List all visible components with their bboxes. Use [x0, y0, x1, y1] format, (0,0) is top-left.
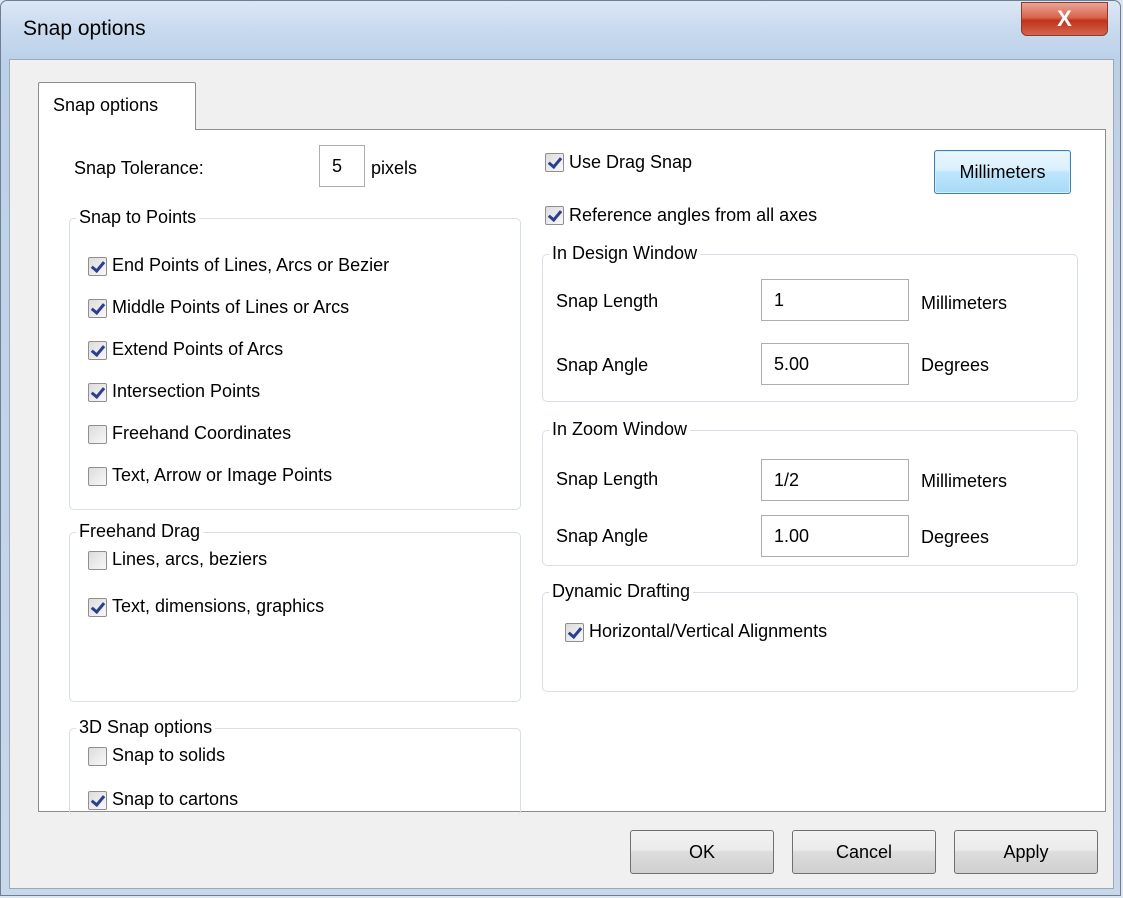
- design-snap-length-input[interactable]: 1: [761, 279, 909, 321]
- 3d-snap-group: 3D Snap options Snap to solids Snap to ca…: [69, 717, 521, 816]
- checkbox[interactable]: [88, 383, 107, 402]
- ok-button[interactable]: OK: [630, 830, 774, 874]
- dialog-client-area: Snap options Snap Tolerance: 5 pixels Sn…: [9, 59, 1114, 889]
- close-icon: X: [1057, 6, 1072, 31]
- title-bar[interactable]: Snap options X: [1, 1, 1120, 59]
- snap-to-points-group: Snap to Points End Points of Lines, Arcs…: [69, 207, 521, 510]
- snap-tolerance-unit: pixels: [371, 158, 418, 178]
- checkbox-label: Snap to cartons: [112, 789, 239, 809]
- checkbox-label: Middle Points of Lines or Arcs: [112, 297, 350, 317]
- zoom-snap-angle-label: Snap Angle: [556, 526, 649, 546]
- tab-panel: Snap Tolerance: 5 pixels Snap to Points …: [38, 129, 1106, 816]
- checkbox-label: Freehand Coordinates: [112, 423, 292, 443]
- zoom-snap-angle-unit: Degrees: [921, 527, 990, 547]
- checkbox[interactable]: [88, 551, 107, 570]
- checkbox-label: Horizontal/Vertical Alignments: [589, 621, 828, 641]
- checkbox[interactable]: [88, 747, 107, 766]
- zoom-snap-length-input[interactable]: 1/2: [761, 459, 909, 501]
- freehand-drag-group: Freehand Drag Lines, arcs, beziers Text, …: [69, 521, 521, 702]
- checkbox-label: End Points of Lines, Arcs or Bezier: [112, 255, 390, 275]
- use-drag-snap-label: Use Drag Snap: [569, 152, 693, 172]
- freehand-drag-title: Freehand Drag: [76, 521, 204, 542]
- checkbox[interactable]: [88, 598, 107, 617]
- checkbox-label: Text, Arrow or Image Points: [112, 465, 333, 485]
- cancel-button[interactable]: Cancel: [792, 830, 936, 874]
- design-window-title: In Design Window: [549, 243, 701, 264]
- snap-to-points-title: Snap to Points: [76, 207, 200, 228]
- window-title: Snap options: [23, 17, 146, 40]
- checkbox-label: Snap to solids: [112, 745, 226, 765]
- snap-tolerance-input[interactable]: 5: [319, 145, 365, 187]
- tab-snap-options[interactable]: Snap options: [38, 82, 196, 130]
- checkbox[interactable]: [88, 341, 107, 360]
- zoom-window-title: In Zoom Window: [549, 419, 691, 440]
- checkbox-label: Lines, arcs, beziers: [112, 549, 268, 569]
- checkbox[interactable]: [565, 623, 584, 642]
- design-snap-angle-input[interactable]: 5.00: [761, 343, 909, 385]
- design-snap-length-unit: Millimeters: [921, 293, 1008, 313]
- dialog-window: Snap options X Snap options Snap Toleran…: [0, 0, 1121, 896]
- checkbox-label: Extend Points of Arcs: [112, 339, 284, 359]
- checkbox-label: Text, dimensions, graphics: [112, 596, 325, 616]
- dynamic-drafting-group: Dynamic Drafting Horizontal/Vertical Ali…: [542, 581, 1078, 692]
- zoom-window-group: In Zoom Window Snap Length 1/2 Millimete…: [542, 419, 1078, 566]
- checkbox[interactable]: [88, 425, 107, 444]
- apply-button[interactable]: Apply: [954, 830, 1098, 874]
- checkbox[interactable]: [88, 791, 107, 810]
- design-window-group: In Design Window Snap Length 1 Millimete…: [542, 243, 1078, 402]
- snap-tolerance-label: Snap Tolerance:: [74, 158, 204, 178]
- design-snap-angle-unit: Degrees: [921, 355, 990, 375]
- close-button[interactable]: X: [1021, 2, 1108, 36]
- 3d-snap-title: 3D Snap options: [76, 717, 216, 738]
- zoom-snap-length-unit: Millimeters: [921, 471, 1008, 491]
- tab-label: Snap options: [53, 95, 159, 115]
- checkbox[interactable]: [88, 467, 107, 486]
- reference-angles-label: Reference angles from all axes: [569, 205, 818, 225]
- reference-angles-checkbox[interactable]: [545, 206, 564, 225]
- checkbox[interactable]: [88, 257, 107, 276]
- zoom-snap-length-label: Snap Length: [556, 469, 659, 489]
- checkbox-label: Intersection Points: [112, 381, 261, 401]
- millimeters-button[interactable]: Millimeters: [934, 150, 1071, 194]
- design-snap-length-label: Snap Length: [556, 291, 659, 311]
- zoom-snap-angle-input[interactable]: 1.00: [761, 515, 909, 557]
- checkbox[interactable]: [88, 299, 107, 318]
- dynamic-drafting-title: Dynamic Drafting: [549, 581, 694, 602]
- design-snap-angle-label: Snap Angle: [556, 355, 649, 375]
- use-drag-snap-checkbox[interactable]: [545, 153, 564, 172]
